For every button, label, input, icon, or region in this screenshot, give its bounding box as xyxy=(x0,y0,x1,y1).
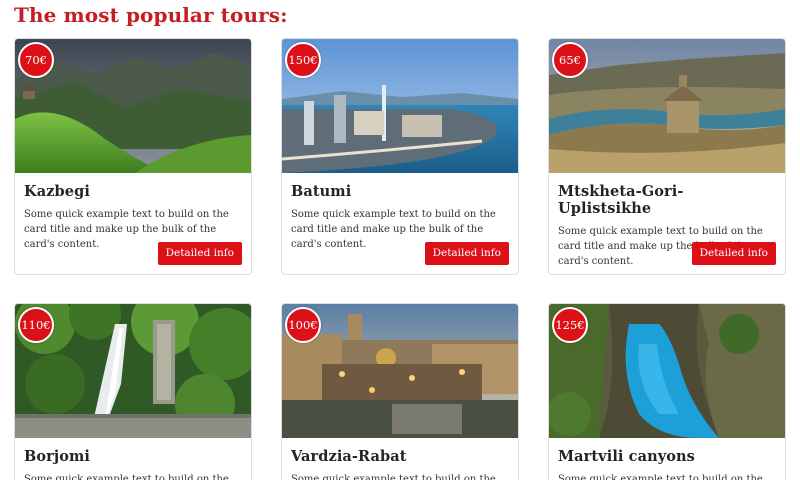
tour-card-batumi: 150€ Batumi Some quick example text to b… xyxy=(281,38,519,275)
card-title: Batumi xyxy=(291,183,352,200)
detailed-info-button[interactable]: Detailed info xyxy=(691,242,776,265)
card-title: Borjomi xyxy=(24,448,91,465)
price-badge: 110€ xyxy=(18,307,54,343)
tour-image-martvili-canyons[interactable]: 125€ xyxy=(549,304,785,438)
card-text: Some quick example text to build on the … xyxy=(24,474,229,480)
detailed-info-button[interactable]: Detailed info xyxy=(424,242,509,265)
tour-image-mtskheta[interactable]: 65€ xyxy=(549,39,785,173)
tour-card-mtskheta: 65€ Mtskheta-Gori-Uplistsikhe Some quick… xyxy=(548,38,786,275)
tour-image-borjomi[interactable]: 110€ xyxy=(15,304,251,438)
tour-image-kazbegi[interactable]: 70€ xyxy=(15,39,251,173)
price-badge: 100€ xyxy=(285,307,321,343)
tour-image-vardzia-rabat[interactable]: 100€ xyxy=(282,304,518,438)
price-badge: 125€ xyxy=(552,307,588,343)
card-text: Some quick example text to build on the … xyxy=(558,474,763,480)
price-badge: 70€ xyxy=(18,42,54,78)
tour-card-martvili-canyons: 125€ Martvili canyons Some quick example… xyxy=(548,303,786,480)
tour-card-borjomi: 110€ Borjomi Some quick example text to … xyxy=(14,303,252,480)
price-badge: 65€ xyxy=(552,42,588,78)
card-title: Martvili canyons xyxy=(558,448,695,465)
card-title: Mtskheta-Gori-Uplistsikhe xyxy=(558,183,684,217)
detailed-info-button[interactable]: Detailed info xyxy=(157,242,242,265)
card-title: Vardzia-Rabat xyxy=(291,448,407,465)
page-heading: The most popular tours: xyxy=(14,3,288,27)
card-text: Some quick example text to build on the … xyxy=(291,474,496,480)
price-badge: 150€ xyxy=(285,42,321,78)
tour-image-batumi[interactable]: 150€ xyxy=(282,39,518,173)
tour-card-vardzia-rabat: 100€ Vardzia-Rabat Some quick example te… xyxy=(281,303,519,480)
tour-card-kazbegi: 70€ Kazbegi Some quick example text to b… xyxy=(14,38,252,275)
card-title: Kazbegi xyxy=(24,183,90,200)
